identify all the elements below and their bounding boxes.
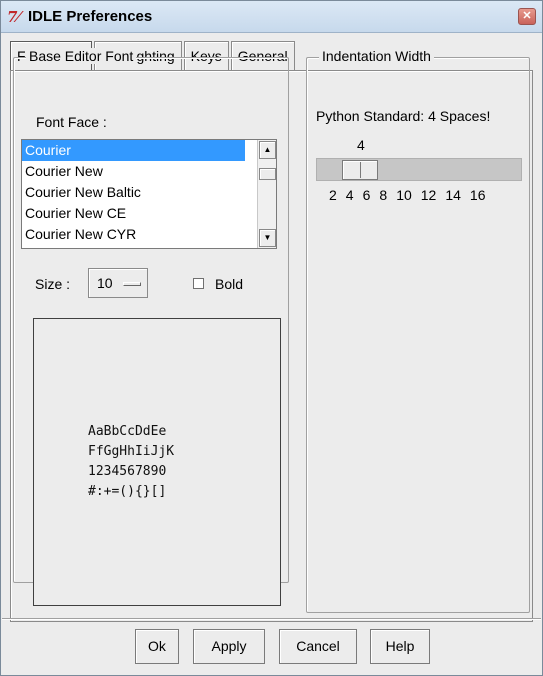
- idle-preferences-window: 7⁄ IDLE Preferences ✕ Fonts/Tabs Highlig…: [0, 0, 543, 676]
- font-item-courier-new[interactable]: Courier New: [22, 161, 245, 182]
- idle-app-icon: 7⁄: [7, 8, 20, 26]
- python-standard-note: Python Standard: 4 Spaces!: [316, 108, 491, 124]
- bold-label: Bold: [215, 276, 244, 292]
- scroll-down-button[interactable]: ▼: [259, 229, 276, 247]
- tick-label: 12: [420, 187, 437, 203]
- font-item-courier[interactable]: Courier: [22, 140, 245, 161]
- sample-line: FfGgHhIiJjK: [88, 444, 175, 459]
- tick-label: 16: [469, 187, 486, 203]
- indentation-width-title: Indentation Width: [319, 48, 434, 64]
- font-item-courier-new-cyr[interactable]: Courier New CYR: [22, 224, 245, 245]
- tick-label: 6: [362, 187, 371, 203]
- slider-thumb[interactable]: [342, 160, 378, 180]
- apply-button[interactable]: Apply: [193, 629, 265, 664]
- font-item-courier-new-ce[interactable]: Courier New CE: [22, 203, 245, 224]
- scroll-up-button[interactable]: ▲: [259, 141, 276, 159]
- arrow-down-icon: ▼: [263, 233, 272, 242]
- sample-line: AaBbCcDdEe: [88, 424, 167, 439]
- font-item-courier-new-baltic[interactable]: Courier New Baltic: [22, 182, 245, 203]
- tick-label: 8: [379, 187, 388, 203]
- tick-label: 14: [445, 187, 461, 203]
- tick-label: 10: [396, 187, 412, 203]
- sample-line: #:+=(){}[]: [88, 484, 167, 499]
- font-size-value: 10: [97, 275, 113, 291]
- font-sample-frame: AaBbCcDdEe FfGgHhIiJjK 1234567890 #:+=()…: [33, 318, 281, 606]
- close-icon: ✕: [522, 10, 532, 22]
- sample-line: 1234567890: [88, 464, 167, 479]
- font-list-scrollbar[interactable]: ▲ ▼: [257, 140, 276, 248]
- tick-label: 2: [329, 187, 337, 203]
- footer-separator: [2, 618, 541, 620]
- indent-tick-labels: 2 4 6 8 10 12 14 16: [329, 187, 495, 203]
- bold-checkbox[interactable]: [193, 278, 204, 289]
- size-label: Size :: [35, 276, 71, 292]
- scroll-thumb[interactable]: [259, 168, 276, 180]
- option-menu-indicator-icon: [123, 282, 141, 286]
- close-button[interactable]: ✕: [518, 8, 536, 25]
- font-face-listbox[interactable]: Courier Courier New Courier New Baltic C…: [21, 139, 277, 249]
- title-bar[interactable]: 7⁄ IDLE Preferences ✕: [1, 1, 542, 33]
- window-title: IDLE Preferences: [28, 8, 153, 25]
- indentation-width-group: Indentation Width: [306, 48, 530, 613]
- font-size-menubutton[interactable]: 10: [88, 268, 148, 298]
- font-sample-text: AaBbCcDdEe FfGgHhIiJjK 1234567890 #:+=()…: [88, 422, 174, 502]
- help-button[interactable]: Help: [370, 629, 430, 664]
- tick-label: 4: [345, 187, 354, 203]
- cancel-button[interactable]: Cancel: [279, 629, 357, 664]
- indent-scale-value: 4: [357, 137, 365, 153]
- base-editor-font-title: Base Editor Font: [26, 48, 137, 64]
- indent-width-slider[interactable]: [316, 158, 522, 181]
- font-face-label: Font Face :: [36, 114, 107, 130]
- ok-button[interactable]: Ok: [135, 629, 179, 664]
- arrow-up-icon: ▲: [263, 145, 272, 154]
